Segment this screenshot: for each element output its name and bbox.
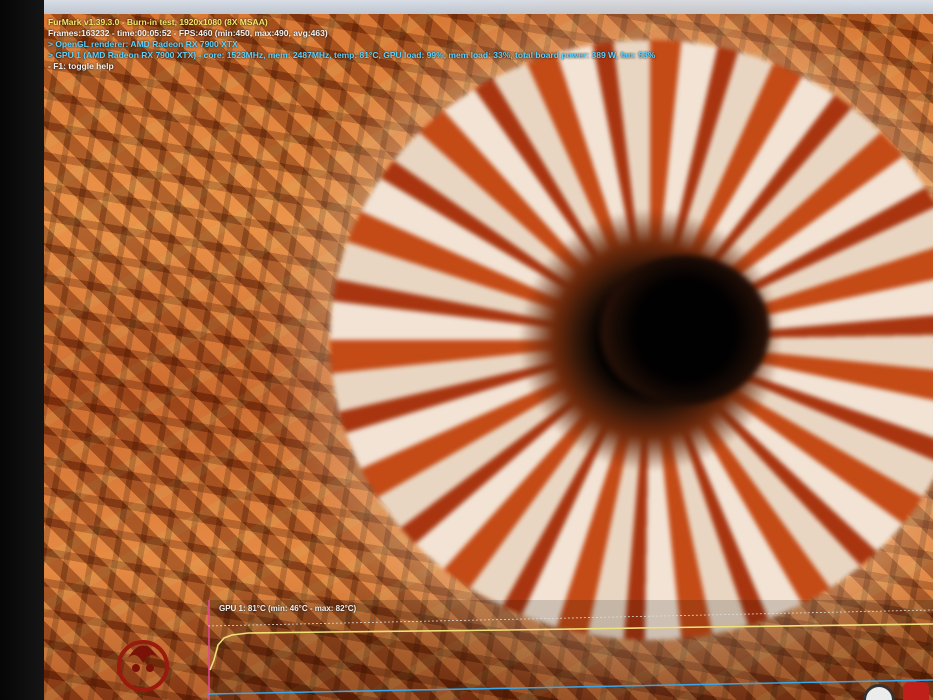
gpu-temp-label: GPU 1: 81°C (min: 46°C - max: 82°C) xyxy=(219,604,357,613)
stats-overlay: FurMark v1.39.3.0 - Burn-in test, 1920x1… xyxy=(48,17,655,72)
gpu-stats-line: > GPU 1 (AMD Radeon RX 7900 XTX) - core:… xyxy=(48,50,656,60)
furmark-logo-icon xyxy=(117,640,169,692)
renderer-line: > OpenGL renderer: AMD Radeon RX 7900 XT… xyxy=(48,39,238,49)
app-version-line: FurMark v1.39.3.0 - Burn-in test, 1920x1… xyxy=(48,17,268,27)
monitor-bezel xyxy=(0,0,44,700)
frames-fps-line: Frames:163232 - time:00:05:52 - FPS:460 … xyxy=(48,28,328,38)
eye-pupil xyxy=(600,255,770,405)
temperature-graph-svg xyxy=(208,600,933,700)
temperature-graph xyxy=(208,600,933,700)
taskbar-furmark-icon[interactable] xyxy=(903,682,929,700)
graph-background xyxy=(208,600,933,700)
photo-of-monitor: FurMark v1.39.3.0 - Burn-in test, 1920x1… xyxy=(0,0,933,700)
window-titlebar[interactable] xyxy=(44,0,933,14)
help-hint-line: - F1: toggle help xyxy=(48,61,114,71)
